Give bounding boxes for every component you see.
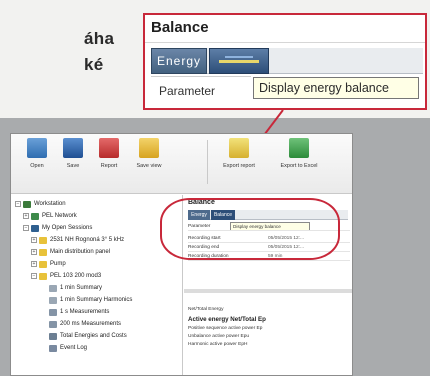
section-title: Net/Total Energy — [188, 307, 224, 312]
measure-icon — [49, 320, 57, 328]
folder-icon — [39, 272, 47, 280]
sessions-icon — [31, 224, 39, 232]
tree-item-label: My Open Sessions — [42, 225, 93, 231]
summary-icon — [49, 284, 57, 292]
save-view-icon — [139, 138, 159, 158]
folder-icon — [39, 260, 47, 268]
expand-icon[interactable]: + — [31, 237, 37, 243]
save-button[interactable]: Save — [53, 138, 93, 188]
network-icon — [31, 212, 39, 220]
toolbar-label: Save — [66, 163, 80, 169]
tree-item-label: 1 s Measurements — [60, 309, 110, 315]
folder-icon — [27, 138, 47, 158]
tree-item-label: Pump — [50, 261, 66, 267]
tree-item[interactable]: + 2531 NH Rognoná 3° 5 kHz — [31, 235, 124, 245]
folder-icon — [39, 236, 47, 244]
save-icon — [63, 138, 83, 158]
tree-item-label: PEL Network — [42, 213, 77, 219]
toolbar-label: Export report — [223, 163, 255, 169]
tree-item[interactable]: Total Energies and Costs — [49, 331, 127, 341]
tree-item[interactable]: − Workstation — [15, 199, 66, 209]
energy-icon — [49, 332, 57, 340]
tree-item-label: 200 ms Measurements — [60, 321, 122, 327]
workstation-icon — [23, 200, 31, 208]
report-icon — [99, 138, 119, 158]
folder-icon — [39, 248, 47, 256]
panel-divider — [184, 289, 352, 293]
tree-item[interactable]: 1 min Summary Harmonics — [49, 295, 132, 305]
export-excel-button[interactable]: Export to Excel — [279, 138, 319, 188]
tree-item-label: 2531 NH Rognoná 3° 5 kHz — [50, 237, 125, 243]
toolbar-label: Open — [30, 163, 44, 169]
section-line: Harmonic active power EpH — [188, 342, 248, 347]
tree-item[interactable]: 200 ms Measurements — [49, 319, 121, 329]
tab-balance[interactable] — [209, 48, 269, 74]
tree-item[interactable]: + Pump — [31, 259, 66, 269]
grid-line — [151, 76, 251, 77]
tree-item[interactable]: Event Log — [49, 343, 87, 353]
zoom-separator — [145, 42, 425, 43]
highlight-oval — [160, 198, 340, 260]
expand-icon[interactable]: + — [31, 249, 37, 255]
toolbar: Open Save Report Save view Export report… — [11, 134, 352, 194]
collapse-icon[interactable]: − — [31, 273, 37, 279]
section-line: Unbalance active power Epu — [188, 334, 250, 339]
tree-item-label: 1 min Summary — [60, 285, 103, 291]
tree-item-label: Total Energies and Costs — [60, 333, 127, 339]
toolbar-label: Export to Excel — [280, 163, 318, 169]
toolbar-label: Save view — [136, 163, 162, 169]
tree-item-label: Workstation — [34, 201, 66, 207]
session-tree: − Workstation + PEL Network − My Open Se… — [11, 195, 183, 375]
measure-icon — [49, 308, 57, 316]
zoom-callout: Balance Energy Parameter Display energy … — [143, 13, 427, 110]
save-view-button[interactable]: Save view — [129, 138, 169, 188]
tree-item[interactable]: + Main distribution panel — [31, 247, 110, 257]
toolbar-label: Report — [100, 163, 118, 169]
tree-item[interactable]: − PEL 103 200 mod3 — [31, 271, 101, 281]
export-report-icon — [229, 138, 249, 158]
toolbar-divider — [207, 140, 208, 184]
open-button[interactable]: Open — [17, 138, 57, 188]
collapse-icon[interactable]: − — [23, 225, 29, 231]
tab-energy[interactable]: Energy — [151, 48, 207, 74]
tree-item[interactable]: 1 min Summary — [49, 283, 102, 293]
section-line: Positive sequence active power Ep — [188, 326, 263, 331]
tree-item-label: 1 min Summary Harmonics — [60, 297, 133, 303]
expand-icon[interactable]: + — [31, 261, 37, 267]
zoom-title: Balance — [151, 19, 209, 36]
tree-item-label: Event Log — [60, 345, 88, 351]
balance-icon — [217, 54, 261, 68]
parameter-label: Parameter — [159, 84, 216, 98]
tree-item[interactable]: − My Open Sessions — [23, 223, 92, 233]
export-report-button[interactable]: Export report — [219, 138, 259, 188]
zoom-tabbar: Energy — [151, 48, 423, 74]
tree-item[interactable]: 1 s Measurements — [49, 307, 109, 317]
log-icon — [49, 344, 57, 352]
collapse-icon[interactable]: − — [15, 201, 21, 207]
expand-icon[interactable]: + — [23, 213, 29, 219]
tree-item[interactable]: + PEL Network — [23, 211, 77, 221]
excel-icon — [289, 138, 309, 158]
summary-icon — [49, 296, 57, 304]
tooltip: Display energy balance — [253, 77, 419, 99]
tree-item-label: Main distribution panel — [50, 249, 111, 255]
tree-item-label: PEL 103 200 mod3 — [50, 273, 102, 279]
section-heading: Active energy Net/Total Ep — [188, 316, 266, 323]
report-button[interactable]: Report — [89, 138, 129, 188]
